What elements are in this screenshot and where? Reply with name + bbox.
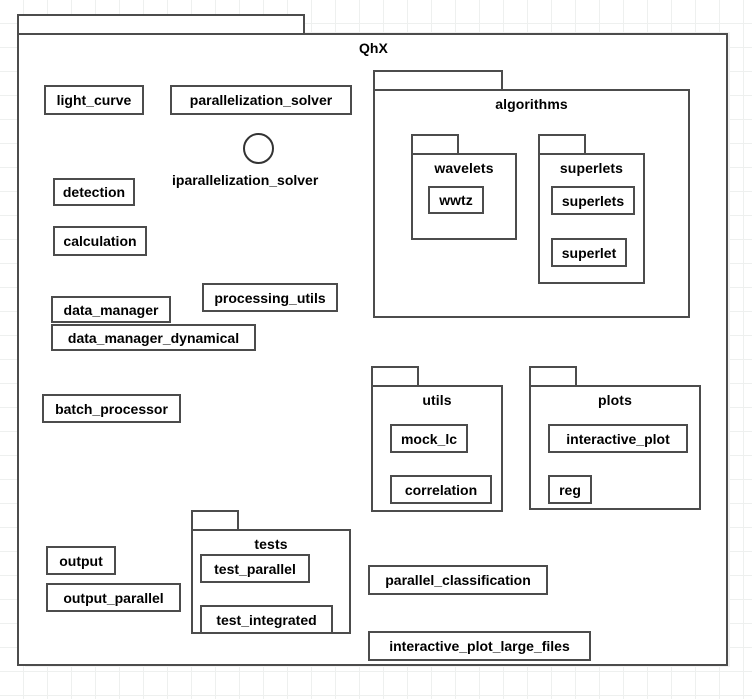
package-tab bbox=[17, 14, 305, 33]
package-superlets-label: superlets bbox=[559, 160, 624, 176]
module-light-curve[interactable]: light_curve bbox=[44, 85, 144, 115]
package-tab bbox=[411, 134, 459, 153]
package-qhx-label: QhX bbox=[359, 40, 388, 56]
module-parallelization-solver[interactable]: parallelization_solver bbox=[170, 85, 352, 115]
module-output[interactable]: output bbox=[46, 546, 116, 575]
module-test-integrated[interactable]: test_integrated bbox=[200, 605, 333, 634]
module-superlet[interactable]: superlet bbox=[551, 238, 627, 267]
module-correlation[interactable]: correlation bbox=[390, 475, 492, 504]
module-parallel-classification[interactable]: parallel_classification bbox=[368, 565, 548, 595]
package-tab bbox=[191, 510, 239, 529]
package-tab bbox=[529, 366, 577, 385]
module-reg[interactable]: reg bbox=[548, 475, 592, 504]
module-output-parallel[interactable]: output_parallel bbox=[46, 583, 181, 612]
uml-package-diagram-canvas: QhX algorithms wavelets wwtz superlets s… bbox=[0, 0, 752, 699]
module-mock-lc[interactable]: mock_lc bbox=[390, 424, 468, 453]
package-utils-label: utils bbox=[422, 392, 452, 408]
module-batch-processor[interactable]: batch_processor bbox=[42, 394, 181, 423]
module-wwtz[interactable]: wwtz bbox=[428, 186, 484, 214]
module-interactive-plot-large-files[interactable]: interactive_plot_large_files bbox=[368, 631, 591, 661]
module-processing-utils[interactable]: processing_utils bbox=[202, 283, 338, 312]
package-algorithms-label: algorithms bbox=[495, 96, 568, 112]
module-data-manager[interactable]: data_manager bbox=[51, 296, 171, 323]
package-tests-label: tests bbox=[254, 536, 288, 552]
provided-interface-lollipop bbox=[243, 133, 274, 164]
module-interactive-plot[interactable]: interactive_plot bbox=[548, 424, 688, 453]
interface-iparallelization-solver-label: iparallelization_solver bbox=[172, 172, 319, 188]
module-superlets[interactable]: superlets bbox=[551, 186, 635, 215]
package-tab bbox=[371, 366, 419, 385]
module-test-parallel[interactable]: test_parallel bbox=[200, 554, 310, 583]
package-tab bbox=[538, 134, 586, 153]
module-detection[interactable]: detection bbox=[53, 178, 135, 206]
module-calculation[interactable]: calculation bbox=[53, 226, 147, 256]
package-plots-label: plots bbox=[598, 392, 632, 408]
module-data-manager-dynamical[interactable]: data_manager_dynamical bbox=[51, 324, 256, 351]
package-tab bbox=[373, 70, 503, 89]
package-wavelets-label: wavelets bbox=[434, 160, 494, 176]
